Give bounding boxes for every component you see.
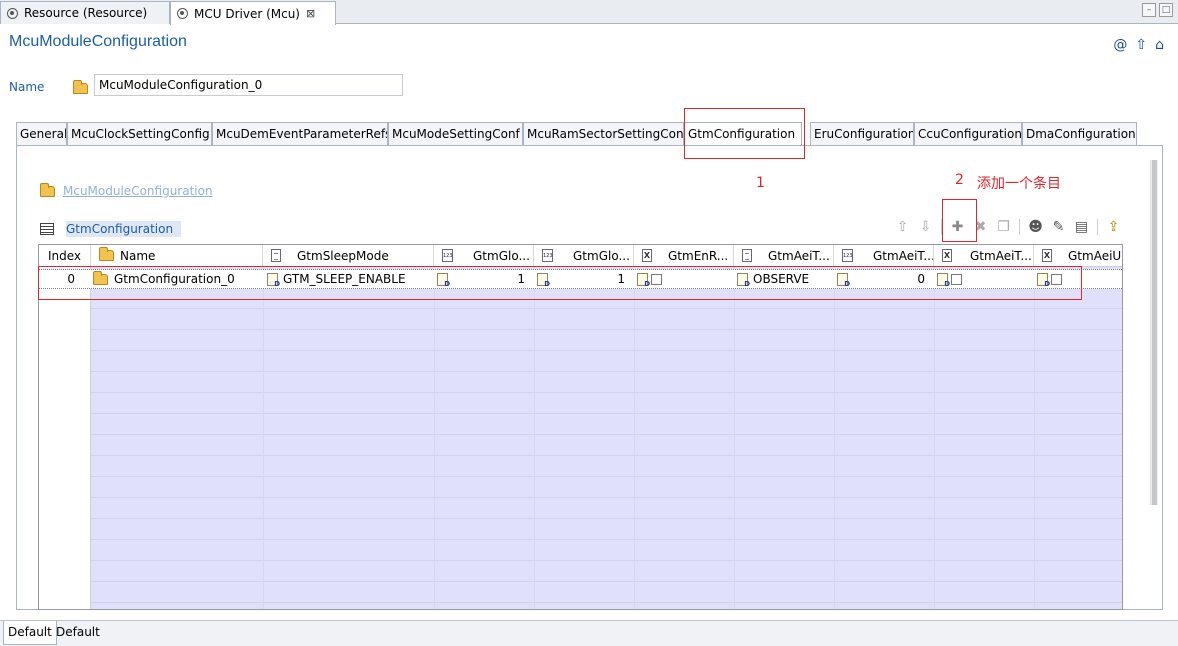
editor-tab-label: Resource (Resource) xyxy=(24,6,148,20)
tab-eru-configuration[interactable]: EruConfiguration xyxy=(810,122,914,146)
user-icon[interactable]: ☻ xyxy=(1026,218,1045,236)
table-title-bar: GtmConfiguration xyxy=(40,221,182,237)
column-divider xyxy=(634,267,635,609)
column-header-gtm-aei-t-2[interactable]: 123 GtmAeiT... xyxy=(834,245,934,267)
editor-tab-mcu-driver[interactable]: MCU Driver (Mcu) ⊠ xyxy=(170,1,336,25)
annotation-box-gtm-tab xyxy=(684,108,805,159)
column-header-gtm-aei-u[interactable]: X GtmAeiU... xyxy=(1034,245,1122,267)
boolean-field-icon: X xyxy=(1042,249,1052,262)
header-icons: @ ⇧ ⌂ xyxy=(1113,37,1164,53)
breadcrumb: McuModuleConfiguration xyxy=(40,182,213,198)
folder-link-icon xyxy=(40,182,55,197)
move-up-icon[interactable]: ⇧ xyxy=(893,218,912,236)
header-label: GtmAeiT... xyxy=(873,249,934,263)
header-label: GtmGlo... xyxy=(573,249,630,263)
header-label: GtmAeiT... xyxy=(970,249,1032,263)
toolbar-separator xyxy=(1019,219,1020,235)
editor-tab-label: MCU Driver (Mcu) xyxy=(194,6,300,21)
annotation-step-2-text: 添加一个条目 xyxy=(977,176,1061,192)
edit-icon[interactable]: ✎ xyxy=(1049,218,1068,236)
column-header-gtm-aei-t-1[interactable]: GtmAeiT... xyxy=(734,245,834,267)
column-divider xyxy=(734,267,735,609)
home-icon[interactable]: ⌂ xyxy=(1155,37,1164,53)
column-divider xyxy=(934,267,935,609)
column-header-gtm-glo-2[interactable]: 123 GtmGlo... xyxy=(534,245,634,267)
name-input[interactable] xyxy=(94,74,403,96)
tab-mcu-clock-setting-config[interactable]: McuClockSettingConfig xyxy=(67,122,212,146)
table-header: Index Name GtmSleepMode 123 GtmGlo... 123… xyxy=(39,245,1122,267)
table-body xyxy=(39,267,1122,609)
boolean-field-icon: X xyxy=(942,249,952,262)
text-field-icon xyxy=(742,249,752,262)
column-header-gtm-en-r[interactable]: X GtmEnR... xyxy=(634,245,734,267)
boolean-field-icon: X xyxy=(642,249,652,262)
header-label: GtmAeiU... xyxy=(1068,249,1122,263)
column-header-index[interactable]: Index xyxy=(39,245,91,267)
copy-icon[interactable]: ❐ xyxy=(994,218,1013,236)
close-icon[interactable]: ⊠ xyxy=(306,7,315,20)
tab-general[interactable]: General xyxy=(16,122,67,146)
column-header-gtm-glo-1[interactable]: 123 GtmGlo... xyxy=(434,245,534,267)
header-label: Name xyxy=(120,249,156,263)
maximize-button[interactable]: □ xyxy=(1159,3,1173,17)
breadcrumb-link[interactable]: McuModuleConfiguration xyxy=(63,184,213,198)
at-icon[interactable]: @ xyxy=(1113,37,1127,53)
move-down-icon[interactable]: ⇩ xyxy=(916,218,935,236)
editor-tab-bar: Resource (Resource) MCU Driver (Mcu) ⊠ –… xyxy=(0,0,1178,25)
annotation-box-add-button xyxy=(942,199,977,242)
table-toolbar: ⇧ ⇩ ✚ ✖ ❐ ☻ ✎ ▤ ⇪ xyxy=(893,218,1123,236)
tab-mcu-dem-event-parameter-refs[interactable]: McuDemEventParameterRefs xyxy=(212,122,388,146)
bottom-tab-default-1[interactable]: Default xyxy=(3,621,57,645)
number-field-icon: 123 xyxy=(442,249,453,262)
name-label: Name xyxy=(9,80,45,94)
column-divider xyxy=(834,267,835,609)
tab-mcu-mode-setting-conf[interactable]: McuModeSettingConf xyxy=(388,122,523,146)
module-icon xyxy=(177,8,188,19)
column-header-name[interactable]: Name xyxy=(91,245,263,267)
column-divider xyxy=(534,267,535,609)
tab-dma-configuration[interactable]: DmaConfiguration xyxy=(1022,122,1137,146)
column-divider xyxy=(1034,267,1035,609)
annotation-box-row xyxy=(38,266,1082,300)
column-divider xyxy=(434,267,435,609)
column-header-sleep-mode[interactable]: GtmSleepMode xyxy=(263,245,434,267)
bottom-tab-bar: Default Default xyxy=(0,620,1178,646)
bottom-tab-default-2[interactable]: Default xyxy=(52,621,104,645)
number-field-icon: 123 xyxy=(542,249,553,262)
folder-icon xyxy=(99,247,114,261)
export-icon[interactable]: ⇪ xyxy=(1104,218,1123,236)
index-column xyxy=(39,267,91,609)
header-label: GtmEnR... xyxy=(668,249,729,263)
header-label: GtmSleepMode xyxy=(297,249,389,263)
table-title: GtmConfiguration xyxy=(66,221,182,237)
page-title: McuModuleConfiguration xyxy=(9,33,187,50)
annotation-step-1: 1 xyxy=(756,175,765,191)
folder-icon xyxy=(73,80,88,94)
column-header-gtm-aei-t-3[interactable]: X GtmAeiT... xyxy=(934,245,1034,267)
toolbar-separator xyxy=(1097,219,1098,235)
text-field-icon xyxy=(271,249,281,262)
number-field-icon: 123 xyxy=(842,249,853,262)
header-label: GtmGlo... xyxy=(473,249,530,263)
editor-tab-resource[interactable]: Resource (Resource) xyxy=(0,1,170,24)
up-arrow-icon[interactable]: ⇧ xyxy=(1135,37,1147,53)
edit-form-icon[interactable]: ▤ xyxy=(1072,218,1091,236)
table-icon xyxy=(40,223,54,235)
column-divider xyxy=(263,267,264,609)
scrollbar-thumb[interactable] xyxy=(1152,160,1157,505)
tab-mcu-ram-sector-setting-conf[interactable]: McuRamSectorSettingConf xyxy=(523,122,684,146)
minimize-button[interactable]: – xyxy=(1142,3,1156,17)
tab-ccu-configuration[interactable]: CcuConfiguration xyxy=(914,122,1022,146)
annotation-step-2: 2 xyxy=(955,172,964,188)
vertical-scrollbar[interactable] xyxy=(1150,160,1158,505)
resource-icon xyxy=(7,7,18,19)
header-label: GtmAeiT... xyxy=(768,249,830,263)
